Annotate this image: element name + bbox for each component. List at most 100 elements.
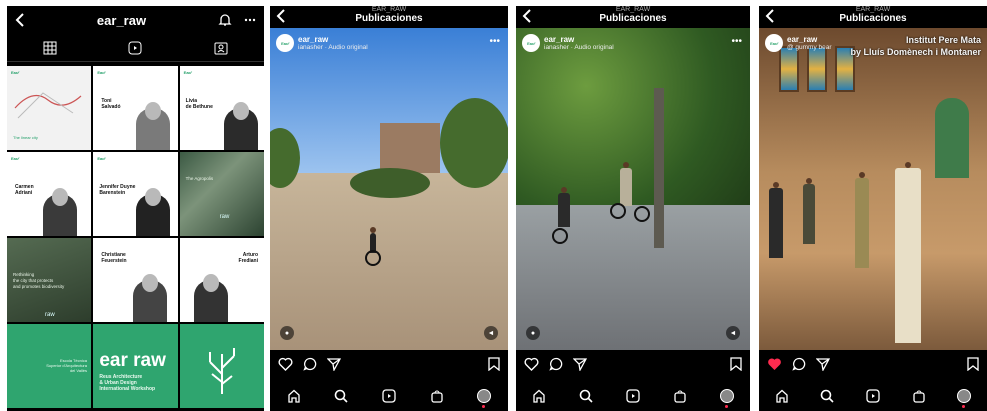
search-icon[interactable] [579,389,593,403]
reel-screen-3: EAR_RAW Publicaciones Ear⁄⁄ ear_raw @ gum… [759,6,987,411]
mute-icon[interactable]: ◄ [484,326,498,340]
profile-screen: ear_raw Ear⁄⁄ The linear city Ear⁄⁄ Toni… [7,6,264,411]
reel-username[interactable]: ear_raw [298,35,368,44]
avatar[interactable]: Ear⁄⁄ [276,34,294,52]
portrait [133,274,168,322]
audio-label[interactable]: @ gummy bear [787,44,832,52]
post-person[interactable]: Arturo Frediani [179,238,264,322]
satellite-caption: The Agropolis [185,175,214,181]
more-icon[interactable]: ••• [731,36,742,47]
post-person[interactable]: Ear⁄⁄ Toni Salvadó [93,66,178,150]
reel-actions [270,354,508,374]
reels-icon[interactable] [626,389,640,403]
grid-tab-icon[interactable] [43,41,57,55]
comment-icon[interactable] [792,357,806,371]
shop-icon[interactable] [673,389,687,403]
person-name: Livia de Bethune [185,97,213,110]
profile-tabs [7,34,264,62]
reel-video[interactable]: Ear⁄⁄ ear_raw ianasher · Audio original •… [516,28,750,350]
logo-caption: Reus Architecture & Urban Design Interna… [99,374,156,392]
bottom-nav [516,381,750,411]
tree [350,168,430,198]
heart-icon[interactable] [524,357,539,371]
back-icon[interactable] [15,13,25,27]
profile-username: ear_raw [96,12,147,28]
bike [552,228,568,244]
search-icon[interactable] [820,389,834,403]
back-icon[interactable] [522,9,532,23]
building [380,123,440,173]
logo-title: ear raw [99,350,166,371]
reel-username[interactable]: ear_raw [787,35,832,44]
reel-video[interactable]: Ear⁄⁄ ear_raw ianasher · Audio original •… [270,28,508,350]
mosaic [935,98,969,178]
more-icon[interactable]: ••• [489,36,500,47]
avatar[interactable]: Ear⁄⁄ [765,34,783,52]
post-person[interactable]: Ear⁄⁄ Carmen Adriani [7,152,92,236]
post-map[interactable]: Ear⁄⁄ The linear city [7,66,92,150]
share-icon[interactable] [573,357,587,371]
post-person[interactable]: Christiane Feuerstein [93,238,178,322]
reel-user[interactable]: Ear⁄⁄ ear_raw @ gummy bear [765,34,832,52]
bookmark-icon[interactable] [730,357,742,371]
tagged-tab-icon[interactable] [214,41,228,55]
share-icon[interactable] [327,357,341,371]
search-icon[interactable] [334,389,348,403]
profile-icon[interactable] [477,389,492,408]
back-icon[interactable] [765,9,775,23]
profile-icon[interactable] [957,389,972,408]
reel-header: EAR_RAW Publicaciones [270,6,508,28]
post-tree[interactable] [179,324,264,408]
reel-user[interactable]: Ear⁄⁄ ear_raw ianasher · Audio original [522,34,614,52]
comment-icon[interactable] [303,357,317,371]
shop-icon[interactable] [430,389,444,403]
audio-label[interactable]: ianasher · Audio original [298,44,368,52]
bottom-nav [270,381,508,411]
reels-icon[interactable] [382,389,396,403]
person-name: Arturo Frediani [238,252,258,264]
tagged-people-icon[interactable]: ● [526,326,540,340]
reel-video[interactable]: Ear⁄⁄ ear_raw @ gummy bear Institut Pere … [759,28,987,350]
bookmark-icon[interactable] [967,357,979,371]
profile-icon[interactable] [719,389,734,408]
heart-filled-icon[interactable] [767,357,782,371]
share-icon[interactable] [816,357,830,371]
portrait [135,102,170,150]
brand-tag: Ear⁄⁄ [183,70,192,75]
post-satellite[interactable]: The Agropolis raw [179,152,264,236]
bike [610,203,626,219]
reel-username[interactable]: ear_raw [544,35,614,44]
post-person[interactable]: Ear⁄⁄ Jennifer Duyne Barenstein [93,152,178,236]
home-icon[interactable] [287,389,301,403]
tree-canopy [516,28,750,222]
avatar[interactable]: Ear⁄⁄ [522,34,540,52]
mute-icon[interactable]: ◄ [726,326,740,340]
person [769,182,783,258]
post-grid: Ear⁄⁄ The linear city Ear⁄⁄ Toni Salvadó… [7,62,264,408]
heart-icon[interactable] [278,357,293,371]
reel-header-title: Publicaciones [599,13,667,24]
portrait [135,188,170,236]
back-icon[interactable] [276,9,286,23]
shop-icon[interactable] [912,389,926,403]
post-biodiversity[interactable]: Rethinking the city that protects and pr… [7,238,92,322]
reels-icon[interactable] [866,389,880,403]
more-icon[interactable] [244,18,256,22]
post-person[interactable]: Ear⁄⁄ Livia de Bethune [179,66,264,150]
comment-icon[interactable] [549,357,563,371]
reel-header-title: Publicaciones [355,13,423,24]
home-icon[interactable] [775,389,789,403]
post-school[interactable]: Escola Tècnica Superior d'Arquitectura d… [7,324,92,408]
home-icon[interactable] [532,389,546,403]
tree [440,98,508,188]
ground [270,172,508,350]
account-label: EAR_RAW [371,6,407,13]
bell-icon[interactable] [218,13,232,27]
post-logo[interactable]: ear raw Reus Architecture & Urban Design… [93,324,178,408]
raw-label: raw [219,214,230,220]
audio-label[interactable]: ianasher · Audio original [544,44,614,52]
reel-user[interactable]: Ear⁄⁄ ear_raw ianasher · Audio original [276,34,368,52]
reels-tab-icon[interactable] [128,41,142,55]
bookmark-icon[interactable] [488,357,500,371]
tagged-people-icon[interactable]: ● [280,326,294,340]
